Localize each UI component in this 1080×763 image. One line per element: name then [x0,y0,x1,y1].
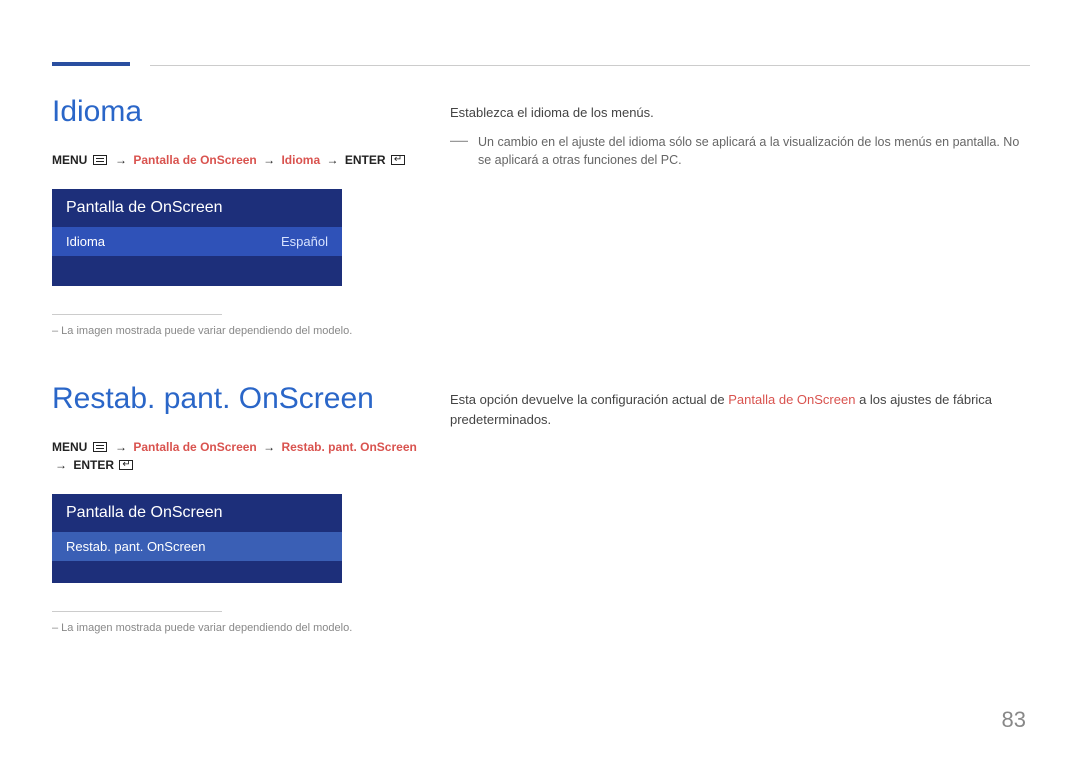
osd-preview: Pantalla de OnScreen Restab. pant. OnScr… [52,494,342,583]
desc-pre: Esta opción devuelve la configuración ac… [450,392,728,407]
breadcrumb-1: Pantalla de OnScreen [133,153,256,167]
breadcrumb-menu: MENU [52,440,87,454]
right-column: Esta opción devuelve la configuración ac… [450,382,1030,634]
header-accent-bar [52,62,130,66]
arrow-icon: → [323,153,341,167]
divider [52,611,222,612]
osd-row-empty [52,561,342,583]
breadcrumb-2: Idioma [281,153,320,167]
section-heading: Idioma [52,95,422,129]
left-column: Restab. pant. OnScreen MENU → Pantalla d… [52,382,422,634]
note: ― Un cambio en el ajuste del idioma sólo… [450,133,1030,171]
osd-preview: Pantalla de OnScreen Idioma Español [52,189,342,286]
breadcrumb-1: Pantalla de OnScreen [133,440,256,454]
dash-icon: ― [450,131,468,171]
arrow-icon: → [112,153,130,167]
right-column: Establezca el idioma de los menús. ― Un … [450,95,1030,337]
breadcrumb-enter: ENTER [73,458,114,472]
section-restab: Restab. pant. OnScreen MENU → Pantalla d… [52,382,1030,634]
breadcrumb-2: Restab. pant. OnScreen [281,440,416,454]
page-number: 83 [1002,707,1026,733]
enter-icon [391,155,405,165]
osd-row-label: Restab. pant. OnScreen [66,539,205,554]
description: Esta opción devuelve la configuración ac… [450,390,1030,429]
left-column: Idioma MENU → Pantalla de OnScreen → Idi… [52,95,422,337]
note-text: Un cambio en el ajuste del idioma sólo s… [478,133,1030,171]
arrow-icon: → [260,153,278,167]
breadcrumb-menu: MENU [52,153,87,167]
breadcrumb: MENU → Pantalla de OnScreen → Idioma → E… [52,151,422,169]
osd-row-idioma: Idioma Español [52,227,342,256]
osd-title: Pantalla de OnScreen [52,494,342,532]
caption: – La imagen mostrada puede variar depend… [52,325,422,337]
osd-row-value: Español [281,234,328,249]
osd-row-restab: Restab. pant. OnScreen [52,532,342,561]
enter-icon [119,460,133,470]
osd-title: Pantalla de OnScreen [52,189,342,227]
section-idioma: Idioma MENU → Pantalla de OnScreen → Idi… [52,95,1030,337]
description: Establezca el idioma de los menús. [450,103,1030,123]
arrow-icon: → [52,458,70,472]
desc-highlight: Pantalla de OnScreen [728,392,855,407]
menu-icon [93,155,107,165]
manual-page: Idioma MENU → Pantalla de OnScreen → Idi… [0,0,1080,763]
page-content: Idioma MENU → Pantalla de OnScreen → Idi… [52,95,1030,679]
section-heading: Restab. pant. OnScreen [52,382,422,416]
breadcrumb-enter: ENTER [345,153,386,167]
breadcrumb: MENU → Pantalla de OnScreen → Restab. pa… [52,438,422,474]
header-rule [150,65,1030,66]
osd-row-label: Idioma [66,234,105,249]
osd-row-empty [52,256,342,286]
arrow-icon: → [260,440,278,454]
caption: – La imagen mostrada puede variar depend… [52,622,422,634]
divider [52,314,222,315]
arrow-icon: → [112,440,130,454]
menu-icon [93,442,107,452]
